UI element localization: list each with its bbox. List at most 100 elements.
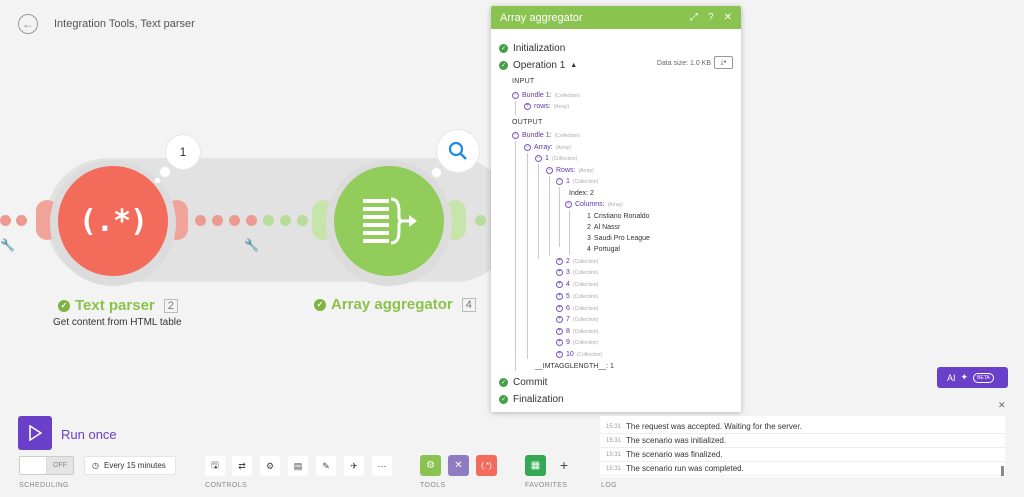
download-button[interactable]: ⤓▾ xyxy=(714,56,733,69)
tree-node[interactable]: − 1 (Collection) xyxy=(535,155,577,162)
back-button[interactable]: ← xyxy=(18,14,38,34)
ai-assistant-button[interactable]: AI ✦ BETA xyxy=(937,367,1008,388)
tree-value: Cristiano Ronaldo xyxy=(593,213,650,220)
tree-type: (Collection) xyxy=(554,132,580,139)
success-check-icon: ✓ xyxy=(314,298,326,311)
operations-bubble[interactable]: 1 xyxy=(166,135,200,169)
tree-node[interactable]: +2 (Collection) xyxy=(556,258,598,265)
scheduling-toggle[interactable]: OFF xyxy=(19,456,74,475)
tree-value: Saudi Pro League xyxy=(593,235,650,242)
tree-key: 2 xyxy=(566,258,570,265)
tree-node[interactable]: − Bundle 1: (Collection) xyxy=(512,92,580,99)
tree-node[interactable]: +5 (Collection) xyxy=(556,293,598,300)
tree-type: (Collection) xyxy=(554,92,580,99)
wrench-icon[interactable]: 🔧 xyxy=(0,238,15,252)
stage-commit[interactable]: ✓ Commit xyxy=(499,377,547,388)
tree-node[interactable]: +10 (Collection) xyxy=(556,351,602,358)
tools-gear-icon[interactable]: ⚙ xyxy=(420,455,441,476)
tree-node[interactable]: +6 (Collection) xyxy=(556,305,598,312)
tree-type: (Collection) xyxy=(572,258,599,265)
more-icon[interactable]: ⋯ xyxy=(372,456,392,476)
sparkle-icon: ✦ xyxy=(960,372,969,382)
tree-type: (Collection) xyxy=(572,328,599,335)
tree-type: (Array) xyxy=(555,144,571,151)
tree-node[interactable]: + rows: (Array) xyxy=(524,103,569,110)
tree-type: (Collection) xyxy=(572,293,599,300)
collapse-icon: − xyxy=(565,201,572,208)
collapse-icon: − xyxy=(512,92,519,99)
close-icon[interactable]: ✕ xyxy=(998,400,1006,411)
schedule-value: Every 15 minutes xyxy=(103,461,166,470)
bubble-tail xyxy=(160,167,170,177)
tree-node: 4 Portugal xyxy=(587,246,620,253)
log-scrollbar[interactable] xyxy=(1001,466,1004,476)
tree-node[interactable]: − Bundle 1: (Collection) xyxy=(512,132,580,139)
tree-key: 8 xyxy=(566,328,570,335)
notes-icon[interactable]: ▤ xyxy=(288,456,308,476)
breadcrumb: Integration Tools, Text parser xyxy=(54,18,195,30)
wrench-icon[interactable]: 🔧 xyxy=(244,238,259,252)
close-icon[interactable]: ✕ xyxy=(724,12,732,23)
tree-index: 1 xyxy=(587,213,591,220)
bubble-tail xyxy=(155,178,160,183)
schedule-setting[interactable]: ◷ Every 15 minutes xyxy=(84,456,176,475)
tree-node[interactable]: − Columns: (Array) xyxy=(565,201,623,208)
regex-icon: (.*) xyxy=(78,203,148,239)
google-sheets-icon[interactable]: ▦ xyxy=(525,455,546,476)
log-row: 15:31 The scenario was finalized. xyxy=(600,448,1005,462)
tree-node[interactable]: − Rows: (Array) xyxy=(546,167,594,174)
stage-label: Commit xyxy=(513,377,548,388)
tree-node: 1 Cristiano Ronaldo xyxy=(587,213,650,220)
stage-label: Operation 1 xyxy=(513,60,566,71)
run-once-label[interactable]: Run once xyxy=(61,427,117,442)
connection-dot xyxy=(229,215,240,226)
tree-node[interactable]: +8 (Collection) xyxy=(556,328,598,335)
expand-icon: + xyxy=(556,339,563,346)
aggregator-icon xyxy=(363,197,417,245)
download-icon: ⤓▾ xyxy=(720,58,727,66)
stage-finalization[interactable]: ✓ Finalization xyxy=(499,394,564,405)
stage-initialization[interactable]: ✓ Initialization xyxy=(499,43,565,54)
tree-value: Al Nassr xyxy=(593,224,621,231)
stage-operation[interactable]: ✓ Operation 1 ▲ xyxy=(499,60,577,71)
tree-node[interactable]: +3 (Collection) xyxy=(556,269,598,276)
output-section-label: OUTPUT xyxy=(512,119,543,126)
tree-line xyxy=(538,164,539,259)
collapse-icon: − xyxy=(512,132,519,139)
explain-flow-icon[interactable]: ⇄ xyxy=(232,456,252,476)
tree-node[interactable]: − 1 (Collection) xyxy=(556,178,598,185)
inspect-bubble[interactable] xyxy=(437,130,479,172)
tree-value: __IMTAGGLENGTH__: 1 xyxy=(535,363,614,370)
tree-node[interactable]: − Array: (Array) xyxy=(524,144,571,151)
tree-key: Bundle 1: xyxy=(522,132,552,139)
search-icon xyxy=(448,141,467,160)
array-aggregator-title: ✓ Array aggregator 4 xyxy=(314,296,476,313)
gear-icon[interactable]: ⚙ xyxy=(260,456,280,476)
magic-wand-icon[interactable]: ✎ xyxy=(316,456,336,476)
tree-node[interactable]: +4 (Collection) xyxy=(556,281,598,288)
tree-node[interactable]: +7 (Collection) xyxy=(556,316,598,323)
beta-badge: BETA xyxy=(973,372,994,383)
flow-control-icon[interactable]: ✕ xyxy=(448,455,469,476)
tree-line xyxy=(549,176,550,256)
airplane-icon[interactable]: ✈ xyxy=(344,456,364,476)
text-parser-module[interactable]: (.*) xyxy=(58,166,168,276)
toggle-knob xyxy=(20,457,47,474)
add-favorite-icon[interactable]: + xyxy=(554,455,574,475)
text-parser-subtitle: Get content from HTML table xyxy=(53,317,182,328)
expand-icon[interactable]: ⤢ xyxy=(690,12,698,23)
tree-type: (Collection) xyxy=(572,281,599,288)
array-aggregator-module[interactable] xyxy=(334,166,444,276)
help-icon[interactable]: ? xyxy=(708,12,714,23)
expand-icon: + xyxy=(524,103,531,110)
log-text: The scenario was finalized. xyxy=(626,450,723,459)
save-icon[interactable]: 🖫 xyxy=(205,456,225,476)
log-row: 15:31 The scenario run was completed. xyxy=(600,462,1005,476)
expand-icon: + xyxy=(556,351,563,358)
text-parser-tool-icon[interactable]: (.*) xyxy=(476,455,497,476)
collapse-icon: − xyxy=(535,155,542,162)
success-check-icon: ✓ xyxy=(58,299,70,312)
run-once-button[interactable] xyxy=(18,416,52,450)
arrow-left-icon: ← xyxy=(22,17,34,31)
tree-node[interactable]: +9 (Collection) xyxy=(556,339,598,346)
